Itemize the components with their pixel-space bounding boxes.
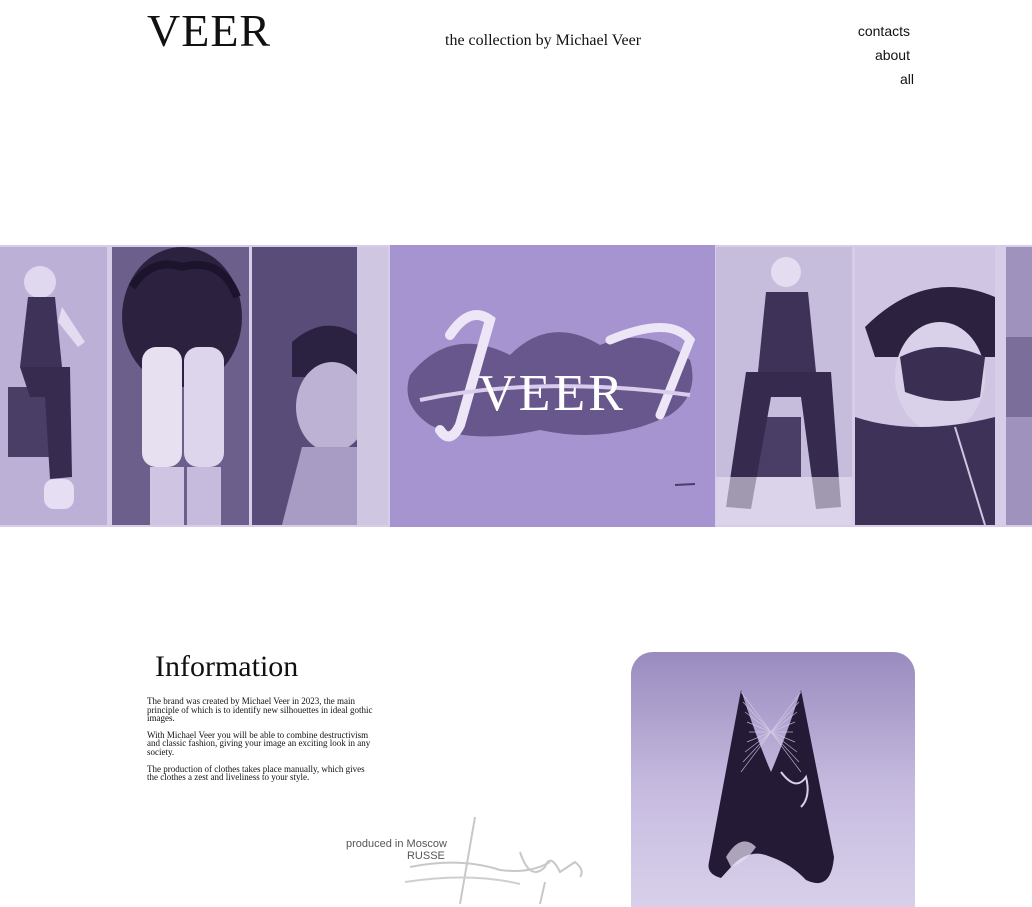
info-paragraph: The brand was created by Michael Veer in…	[147, 696, 373, 724]
info-logo-art[interactable]	[631, 652, 915, 907]
banner-logo-text: VEER	[478, 365, 626, 422]
photo-portrait-cap[interactable]	[252, 247, 388, 525]
photo-masked-face[interactable]	[855, 247, 995, 525]
photo-seated-model-2[interactable]	[716, 247, 852, 525]
info-paragraph: The production of clothes takes place ma…	[147, 763, 365, 783]
info-paragraph: With Michael Veer you will be able to co…	[147, 729, 371, 757]
main-nav: contacts about all	[858, 19, 914, 91]
info-title: Information	[155, 650, 299, 683]
nav-contacts-link[interactable]: contacts	[858, 19, 910, 43]
signature-graphic	[404, 816, 583, 905]
photo-hands-hair[interactable]	[112, 247, 249, 525]
site-tagline: the collection by Michael Veer	[445, 32, 642, 49]
nav-all-link[interactable]: all	[858, 67, 914, 91]
photo-partial[interactable]	[1006, 247, 1032, 525]
nav-about-link[interactable]: about	[858, 43, 910, 67]
photo-strip-banner: VEER	[0, 245, 1032, 527]
info-text: The brand was created by Michael Veer in…	[147, 697, 375, 790]
photo-seated-model[interactable]	[0, 247, 107, 525]
site-logo[interactable]: VEER	[147, 8, 271, 54]
banner-logo-panel[interactable]: VEER	[390, 245, 715, 527]
